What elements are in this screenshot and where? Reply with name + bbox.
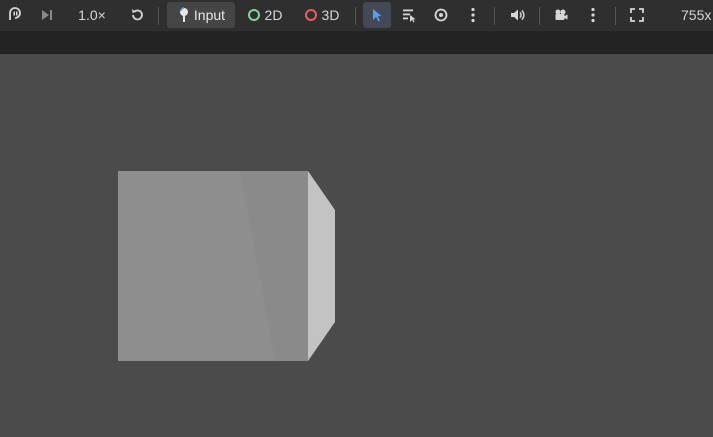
3d-ring-icon [304,9,317,21]
scene-canvas [118,171,335,361]
fullscreen-icon [630,8,644,22]
reset-button[interactable] [126,2,148,28]
audio-button[interactable] [505,2,529,28]
speaker-icon [511,9,525,21]
step-forward-button[interactable] [36,2,58,28]
2d-ring-icon [247,9,260,21]
arrow-cursor-icon [373,9,382,22]
speed-selector[interactable]: 1.0× [70,2,114,28]
mode-2d-button[interactable]: 2D [243,2,287,28]
resolution-label: 755x [681,7,712,23]
more-options-button[interactable] [464,2,482,28]
cube-side-face [308,171,335,361]
toolbar-divider [539,7,540,25]
toolbar-divider [158,7,159,25]
game-toolbar: 1.0× Input 2D 3D 755x [0,0,713,31]
select-mode-button[interactable] [363,2,391,28]
input-toggle-button[interactable]: Input [167,2,235,28]
list-select-icon [403,9,416,23]
input-label: Input [193,7,226,23]
toolbar-divider [615,7,616,25]
game-viewport[interactable] [0,54,713,437]
camera-button[interactable] [549,2,573,28]
speed-label: 1.0× [78,7,106,23]
camera-options-button[interactable] [584,2,602,28]
camera-icon [555,9,568,20]
list-select-button[interactable] [397,2,421,28]
more-vertical-icon [471,7,475,23]
toolbar-divider [355,7,356,25]
toolbar-divider [494,7,495,25]
input-joystick-icon [179,7,188,22]
eye-icon [434,8,448,22]
mode-3d-label: 3D [321,7,340,23]
more-vertical-icon [591,7,595,23]
step-forward-icon [42,10,52,20]
reset-icon [132,9,143,21]
embed-bar [0,31,713,54]
mode-3d-button[interactable]: 3D [300,2,344,28]
cube-mesh [118,171,335,361]
pause-cycle-button[interactable] [4,2,26,28]
pause-cycle-icon [9,7,21,20]
visibility-button[interactable] [429,2,453,28]
fullscreen-button[interactable] [625,2,649,28]
mode-2d-label: 2D [264,7,283,23]
